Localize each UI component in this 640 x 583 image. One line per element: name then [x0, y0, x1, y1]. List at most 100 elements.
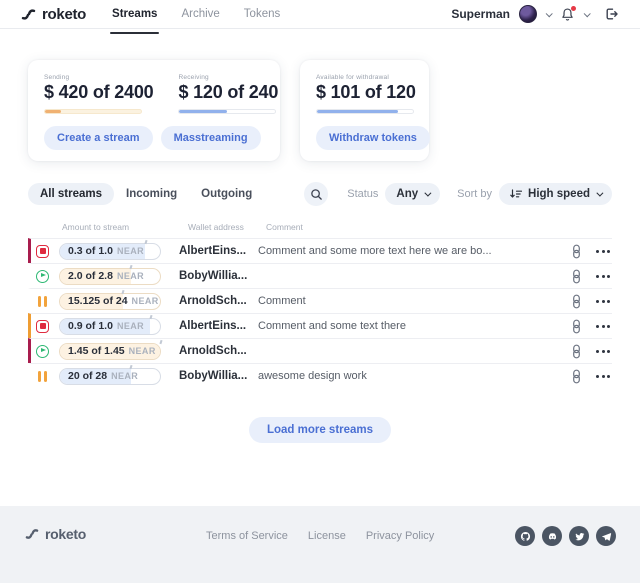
- token-symbol: NEAR: [117, 246, 144, 256]
- amount-progress-pill: 0.3 of 1.0 NEAR: [59, 243, 161, 260]
- copy-link-icon[interactable]: [570, 269, 583, 284]
- terms-link[interactable]: Terms of Service: [206, 530, 288, 542]
- copy-link-icon[interactable]: [570, 369, 583, 384]
- table-row[interactable]: 20 of 28 NEAR BobyWillia... awesome desi…: [28, 363, 612, 388]
- footer-links: Terms of Service License Privacy Policy: [206, 530, 434, 542]
- table-row[interactable]: 0.9 of 1.0 NEAR AlbertEins... Comment an…: [28, 313, 612, 338]
- amount-value: 2.0 of 2.8: [68, 270, 113, 282]
- stream-status-icon: [36, 345, 49, 358]
- receiving-stat: Receiving $ 120 of 240: [178, 74, 278, 114]
- table-row[interactable]: 1.45 of 1.45 NEAR ArnoldSch...: [28, 338, 612, 363]
- tab-all-streams[interactable]: All streams: [28, 183, 114, 205]
- stream-comment: Comment and some text there: [258, 320, 562, 332]
- logo[interactable]: roketo: [20, 6, 86, 23]
- streams-table: Amount to stream Wallet address Comment …: [28, 218, 612, 388]
- stream-status-icon: [36, 270, 49, 283]
- avatar[interactable]: [519, 5, 537, 23]
- amount-value: 0.3 of 1.0: [68, 245, 113, 257]
- copy-link-icon[interactable]: [570, 294, 583, 309]
- sort-icon: [510, 189, 522, 199]
- wallet-address: BobyWillia...: [179, 370, 257, 382]
- withdrawal-card: Available for withdrawal $ 101 of 120 Wi…: [300, 60, 429, 161]
- tab-outgoing[interactable]: Outgoing: [189, 183, 264, 205]
- stream-status-icon: [36, 295, 49, 308]
- sort-chevron-down-icon: [596, 189, 603, 196]
- logout-icon: [604, 6, 620, 22]
- token-symbol: NEAR: [129, 346, 156, 356]
- row-actions: [570, 244, 610, 259]
- filter-bar: All streams Incoming Outgoing Status Any…: [28, 182, 612, 206]
- discord-icon[interactable]: [542, 526, 562, 546]
- notifications-chevron-down-icon[interactable]: [584, 10, 591, 17]
- receiving-amount: $ 120 of 240: [178, 82, 278, 103]
- twitter-icon[interactable]: [569, 526, 589, 546]
- nav-item-tokens[interactable]: Tokens: [244, 0, 280, 28]
- status-label: Status: [347, 188, 378, 200]
- masstreaming-button[interactable]: Masstreaming: [161, 126, 261, 150]
- token-symbol: NEAR: [117, 321, 144, 331]
- row-actions: [570, 319, 610, 334]
- token-symbol: NEAR: [117, 271, 144, 281]
- notifications-button[interactable]: [560, 7, 575, 22]
- stream-status-icon: [36, 370, 49, 383]
- copy-link-icon[interactable]: [570, 244, 583, 259]
- more-options-icon[interactable]: [596, 322, 610, 331]
- header-wallet: Wallet address: [188, 222, 266, 232]
- more-options-icon[interactable]: [596, 247, 610, 256]
- more-options-icon[interactable]: [596, 297, 610, 306]
- telegram-icon[interactable]: [596, 526, 616, 546]
- main-nav: Streams Archive Tokens: [112, 0, 280, 28]
- create-stream-button[interactable]: Create a stream: [44, 126, 153, 150]
- receiving-progress-bar: [178, 109, 276, 114]
- account-chevron-down-icon[interactable]: [546, 10, 553, 17]
- more-options-icon[interactable]: [596, 372, 610, 381]
- stream-comment: Comment: [258, 295, 562, 307]
- amount-progress-pill: 2.0 of 2.8 NEAR: [59, 268, 161, 285]
- roketo-logo-icon: [24, 526, 40, 542]
- amount-progress-pill: 15.125 of 24 NEAR: [59, 293, 161, 310]
- load-more-button[interactable]: Load more streams: [249, 417, 391, 443]
- footer-logo[interactable]: roketo: [24, 526, 86, 542]
- status-value: Any: [396, 188, 418, 200]
- roketo-app: roketo Streams Archive Tokens Superman: [0, 0, 640, 583]
- wallet-address: ArnoldSch...: [179, 295, 257, 307]
- table-row[interactable]: 0.3 of 1.0 NEAR AlbertEins... Comment an…: [28, 238, 612, 263]
- footer: roketo Terms of Service License Privacy …: [0, 506, 640, 583]
- sending-stat: Sending $ 420 of 2400: [44, 74, 153, 114]
- table-row[interactable]: 15.125 of 24 NEAR ArnoldSch... Comment: [28, 288, 612, 313]
- withdrawal-label: Available for withdrawal: [316, 74, 413, 81]
- amount-value: 15.125 of 24: [68, 295, 128, 307]
- header-comment: Comment: [266, 222, 612, 232]
- wallet-address: BobyWillia...: [179, 270, 257, 282]
- search-icon: [310, 188, 323, 201]
- table-row[interactable]: 2.0 of 2.8 NEAR BobyWillia...: [28, 263, 612, 288]
- license-link[interactable]: License: [308, 530, 346, 542]
- nav-item-archive[interactable]: Archive: [181, 0, 219, 28]
- summary-cards: Sending $ 420 of 2400 Receiving $ 120 of…: [28, 60, 612, 161]
- sort-by-label: Sort by: [457, 188, 492, 200]
- amount-value: 20 of 28: [68, 370, 107, 382]
- amount-value: 0.9 of 1.0: [68, 320, 113, 332]
- logout-button[interactable]: [604, 6, 620, 22]
- nav-item-streams[interactable]: Streams: [112, 0, 157, 28]
- withdraw-tokens-button[interactable]: Withdraw tokens: [316, 126, 430, 150]
- copy-link-icon[interactable]: [570, 319, 583, 334]
- table-header: Amount to stream Wallet address Comment: [28, 218, 612, 238]
- sending-label: Sending: [44, 74, 153, 81]
- stream-comment: Comment and some more text here we are b…: [258, 245, 562, 257]
- privacy-link[interactable]: Privacy Policy: [366, 530, 434, 542]
- brand-name: roketo: [42, 6, 86, 23]
- streams-summary-card: Sending $ 420 of 2400 Receiving $ 120 of…: [28, 60, 280, 161]
- stream-comment: awesome design work: [258, 370, 562, 382]
- github-icon[interactable]: [515, 526, 535, 546]
- status-chevron-down-icon: [425, 189, 432, 196]
- sending-progress-bar: [44, 109, 142, 114]
- search-button[interactable]: [304, 182, 328, 206]
- copy-link-icon[interactable]: [570, 344, 583, 359]
- more-options-icon[interactable]: [596, 347, 610, 356]
- more-options-icon[interactable]: [596, 272, 610, 281]
- status-dropdown[interactable]: Any: [385, 183, 440, 205]
- tab-incoming[interactable]: Incoming: [114, 183, 189, 205]
- sort-dropdown[interactable]: High speed: [499, 183, 612, 205]
- footer-social: [515, 526, 616, 546]
